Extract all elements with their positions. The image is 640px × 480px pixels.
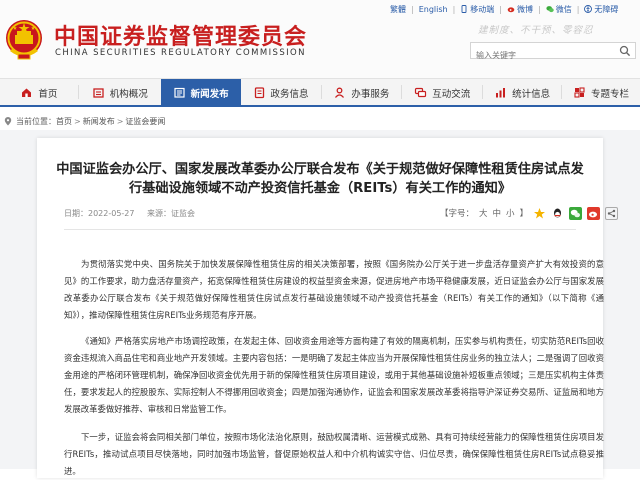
article-title: 中国证监会办公厅、国家发展改革委办公厅联合发布《关于规范做好保障性租赁住房试点发… — [56, 162, 584, 196]
nav-item-government-info[interactable]: 政务信息 — [241, 79, 321, 106]
topics-icon — [574, 87, 585, 98]
nav-item-statistics[interactable]: 统计信息 — [483, 79, 561, 106]
site-header: 中国证券监督管理委员会 CHINA SECURITIES REGULATORY … — [0, 0, 640, 78]
article-paragraph: 为贯彻落实党中央、国务院关于加快发展保障性租赁住房的相关决策部署，按照《国务院办… — [64, 259, 604, 320]
service-icon — [335, 87, 345, 98]
top-link-separator: | — [411, 4, 414, 14]
font-size-small[interactable]: 小 — [506, 207, 515, 219]
top-link-separator: | — [538, 4, 541, 14]
breadcrumb: 当前位置： 首页 > 新闻发布 > 证监会要闻 — [4, 114, 165, 128]
nav-item-interaction[interactable]: 互动交流 — [402, 79, 482, 106]
nav-item-service[interactable]: 办事服务 — [322, 79, 402, 106]
national-emblem-icon[interactable] — [4, 18, 44, 62]
font-size-large[interactable]: 大 — [479, 207, 488, 219]
article-paragraph: 《通知》严格落实房地产市场调控政策，在发起主体、回收资金用途等方面构建了有效的隔… — [64, 336, 604, 414]
breadcrumb-prefix: 当前位置： — [16, 116, 56, 126]
weibo-link-label: 微博 — [517, 4, 533, 14]
top-links: 繁體 | English | 移动端 | 微博 | 微信 | 无障碍 — [390, 2, 618, 16]
breadcrumb-news[interactable]: 新闻发布 — [83, 116, 115, 127]
nav-item-label: 政务信息 — [270, 88, 309, 100]
top-link-separator: | — [576, 4, 580, 14]
breadcrumb-separator: > — [74, 116, 81, 126]
nav-item-label: 机构概况 — [109, 88, 148, 100]
search-icon[interactable] — [619, 45, 631, 57]
wechat-share-icon — [570, 209, 581, 217]
english-link[interactable]: English — [419, 5, 448, 14]
nav-item-label: 首页 — [38, 88, 58, 100]
weibo-link[interactable]: 微博 — [507, 4, 533, 15]
article-paragraph: 下一步，证监会将会同相关部门单位，按照市场化法治化原则，鼓励权属清晰、运营模式成… — [64, 432, 604, 476]
share-wechat-button[interactable] — [569, 206, 583, 220]
mobile-icon — [461, 5, 467, 13]
breadcrumb-separator: > — [116, 116, 124, 126]
meta-divider — [64, 229, 576, 230]
article-meta: 日期：2022-05-27 来源：证监会 — [64, 208, 195, 219]
nav-item-news[interactable]: 新闻发布 — [160, 79, 241, 106]
share-more-button[interactable] — [605, 206, 619, 220]
nav-item-organization[interactable]: 机构概况 — [79, 79, 161, 106]
share-qq-button[interactable] — [551, 207, 564, 220]
traditional-chinese-link[interactable]: 繁體 — [390, 4, 406, 15]
mobile-link-label: 移动端 — [470, 4, 495, 14]
site-title-en: CHINA SECURITIES REGULATORY COMMISSION — [55, 48, 306, 58]
interaction-icon — [415, 87, 427, 98]
breadcrumb-csrc-news[interactable]: 证监会要闻 — [125, 116, 165, 127]
accessibility-icon — [584, 5, 593, 13]
main-nav: 首页 机构概况 新闻发布 政务信息 办事服务 互动交流 统计信息 专题专栏 — [0, 78, 640, 107]
article-tools: 【字号： 大 中 小 】 — [440, 205, 619, 221]
home-icon — [22, 88, 32, 97]
qzone-icon — [534, 207, 546, 218]
nav-item-label: 专题专栏 — [591, 88, 630, 100]
top-link-separator: | — [452, 4, 456, 14]
more-share-icon — [607, 209, 616, 217]
weibo-icon — [507, 7, 515, 13]
location-pin-icon — [4, 116, 12, 125]
accessibility-link[interactable]: 无障碍 — [584, 4, 618, 15]
nav-item-label: 互动交流 — [432, 88, 471, 100]
site-title-cn[interactable]: 中国证券监督管理委员会 — [54, 19, 307, 51]
nav-item-topics[interactable]: 专题专栏 — [562, 79, 640, 106]
slogan: 建制度、不干预、零容忍 — [478, 25, 594, 36]
font-size-label: 【字号： — [440, 209, 475, 219]
statistics-icon — [496, 88, 506, 98]
organization-icon — [93, 88, 104, 98]
nav-item-label: 办事服务 — [351, 88, 390, 100]
wechat-link[interactable]: 微信 — [546, 4, 572, 15]
share-weibo-button[interactable] — [587, 206, 601, 220]
mobile-link[interactable]: 移动端 — [460, 4, 494, 15]
news-icon — [174, 87, 185, 98]
breadcrumb-home[interactable]: 首页 — [56, 116, 72, 127]
article-source: 来源：证监会 — [147, 209, 196, 218]
wechat-link-label: 微信 — [555, 4, 572, 14]
font-size-medium[interactable]: 中 — [493, 207, 502, 219]
search-box — [470, 42, 636, 63]
weibo-share-icon — [589, 211, 598, 217]
nav-item-label: 统计信息 — [512, 88, 551, 100]
nav-item-home[interactable]: 首页 — [0, 79, 78, 106]
government-info-icon — [254, 87, 264, 99]
article-date: 日期：2022-05-27 — [64, 209, 135, 218]
qq-icon — [554, 208, 562, 217]
accessibility-link-label: 无障碍 — [594, 4, 619, 14]
share-qzone-button[interactable] — [533, 207, 546, 220]
top-link-separator: | — [499, 4, 502, 14]
nav-item-label: 新闻发布 — [190, 88, 229, 100]
search-input[interactable] — [471, 48, 616, 63]
wechat-icon — [546, 6, 554, 13]
font-size-close: 】 — [519, 209, 529, 219]
